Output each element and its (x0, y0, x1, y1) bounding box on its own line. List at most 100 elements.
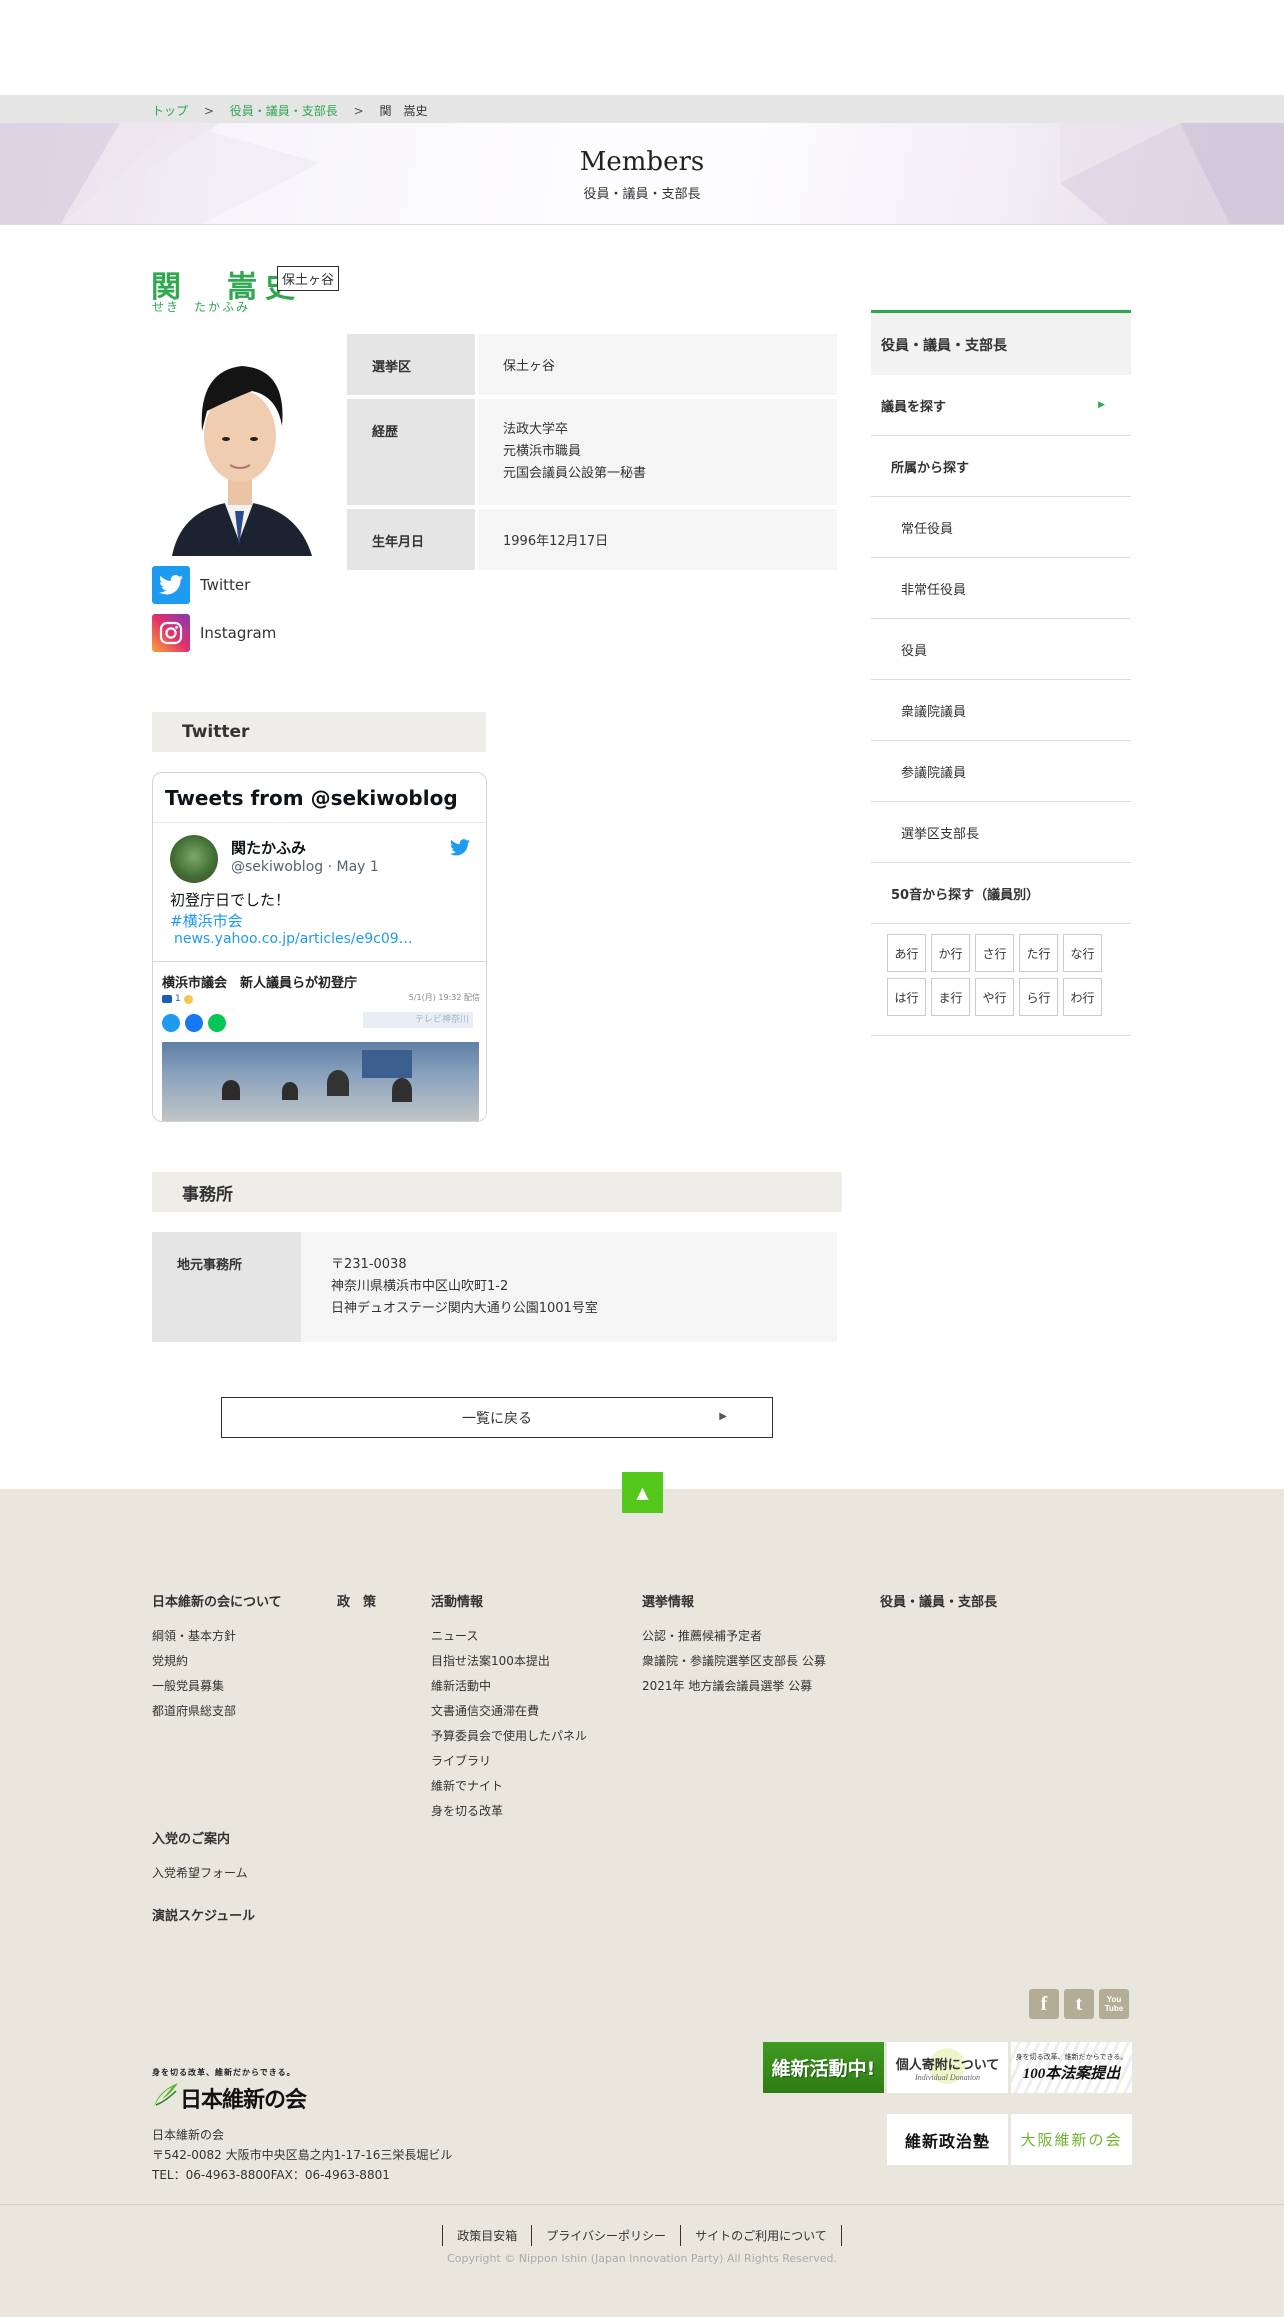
comment-icon (162, 995, 172, 1003)
footer-link-branch-recruit[interactable]: 衆議院・参議院選挙区支部長 公募 (642, 1652, 826, 1669)
sidebar-item-non-standing-officers[interactable]: 非常任役員 (871, 558, 1131, 619)
footer-link-100-bills[interactable]: 目指せ法案100本提出 (431, 1652, 550, 1669)
copyright: Copyright © Nippon Ishin (Japan Innovati… (447, 2252, 837, 2265)
twitter-link[interactable]: Twitter (152, 566, 250, 604)
footer-org-name: 日本維新の会 (152, 2128, 225, 2142)
kana-a-button[interactable]: あ行 (887, 934, 926, 972)
page-hero: Members 役員・議員・支部長 (0, 123, 1284, 225)
kana-ya-button[interactable]: や行 (975, 978, 1014, 1016)
footer: 日本維新の会について 綱領・基本方針 党規約 一般党員募集 都道府県総支部 政 … (0, 1489, 1284, 2317)
tweet-text: 初登庁日でした！ (170, 891, 291, 909)
facebook-icon[interactable]: f (1029, 1989, 1059, 2019)
kana-ta-button[interactable]: た行 (1019, 934, 1058, 972)
twitter-footer-icon[interactable]: t (1064, 1989, 1094, 2019)
footer-nav-terms[interactable]: サイトのご利用について (680, 2225, 842, 2246)
footer-link-allowance[interactable]: 文書通信交通滞在費 (431, 1702, 539, 1719)
footer-link-candidates[interactable]: 公認・推薦候補予定者 (642, 1627, 762, 1644)
footer-bottom: 政策目安箱 プライバシーポリシー サイトのご利用について Copyright ©… (0, 2204, 1284, 2317)
youtube-icon[interactable]: You Tube (1099, 1989, 1129, 2019)
ishin-logo[interactable]: 身を切る改革、維新だからできる。 日本維新の会 (152, 2067, 312, 2115)
political-school-banner[interactable]: 維新政治塾 (887, 2114, 1008, 2165)
twitter-icon (152, 566, 190, 604)
office-section-heading: 事務所 (152, 1172, 842, 1212)
footer-heading-speech[interactable]: 演説スケジュール (152, 1905, 255, 1924)
sidebar-by-affiliation: 所属から探す (871, 436, 1131, 497)
sidebar-item-standing-officers[interactable]: 常任役員 (871, 497, 1131, 558)
kana-ha-button[interactable]: は行 (887, 978, 926, 1016)
sidebar-by-kana: 50音から探す（議員別） (871, 863, 1131, 924)
kana-ra-button[interactable]: ら行 (1019, 978, 1058, 1016)
kana-wa-button[interactable]: わ行 (1063, 978, 1102, 1016)
sidebar-item-house-of-representatives[interactable]: 衆議院議員 (871, 680, 1131, 741)
kana-na-button[interactable]: な行 (1063, 934, 1102, 972)
page-top-button[interactable]: ▲ (622, 1472, 663, 1513)
footer-heading-policy[interactable]: 政 策 (337, 1591, 376, 1610)
breadcrumb-section-link[interactable]: 役員・議員・支部長 (230, 104, 338, 118)
share-line-icon[interactable] (208, 1014, 226, 1032)
embed-comments: 1 (162, 994, 193, 1004)
profile-row-birthday: 生年月日 1996年12月17日 (347, 509, 837, 570)
footer-heading-activities[interactable]: 活動情報 (431, 1591, 483, 1610)
breadcrumb: トップ > 役員・議員・支部長 > 関 嵩史 (0, 95, 1284, 123)
footer-link-branches[interactable]: 都道府県総支部 (152, 1702, 236, 1719)
share-facebook-icon[interactable] (185, 1014, 203, 1032)
embed-source: テレビ神奈川 (363, 1012, 473, 1028)
footer-tel: TEL：06-4963-8800FAX：06-4963-8801 (152, 2168, 390, 2182)
tweet-author-name[interactable]: 関たかふみ (231, 837, 306, 858)
footer-heading-elections[interactable]: 選挙情報 (642, 1591, 694, 1610)
footer-link-reform[interactable]: 身を切る改革 (431, 1802, 503, 1819)
donation-banner[interactable]: 個人寄附について Individual Donation (887, 2042, 1008, 2093)
footer-link-ishin-active[interactable]: 維新活動中 (431, 1677, 491, 1694)
sidebar-item-house-of-councillors[interactable]: 参議院議員 (871, 741, 1131, 802)
footer-heading-about[interactable]: 日本維新の会について (152, 1591, 282, 1610)
embed-share-icons (162, 1014, 226, 1032)
twitter-section-heading: Twitter (152, 712, 486, 752)
career-value: 法政大学卒 元横浜市職員 元国会議員公設第一秘書 (479, 399, 837, 505)
footer-nav-suggestion-box[interactable]: 政策目安箱 (442, 2225, 531, 2246)
footer-link-join-form[interactable]: 入党希望フォーム (152, 1864, 248, 1881)
tweet-embed-card[interactable]: 横浜市議会 新人議員らが初登庁 5/1(月) 19:32 配信 1 テレビ神奈川 (153, 961, 486, 1121)
instagram-link[interactable]: Instagram (152, 614, 276, 652)
footer-link-platform[interactable]: 綱領・基本方針 (152, 1627, 236, 1644)
kana-sa-button[interactable]: さ行 (975, 934, 1014, 972)
district-tag: 保土ヶ谷 (277, 266, 340, 291)
ishin-active-banner[interactable]: 維新活動中! (763, 2042, 884, 2093)
tweet-link[interactable]: news.yahoo.co.jp/articles/e9c09… (174, 931, 413, 947)
tweet-hashtag[interactable]: #横浜市会 (170, 910, 243, 931)
footer-address: 〒542-0082 大阪市中央区島之内1-17-16三栄長堀ビル (152, 2148, 453, 2162)
footer-link-news[interactable]: ニュース (431, 1627, 478, 1644)
footer-link-panels[interactable]: 予算委員会で使用したパネル (431, 1727, 587, 1744)
footer-nav: 政策目安箱 プライバシーポリシー サイトのご利用について (0, 2225, 1284, 2246)
twitter-timeline-widget[interactable]: Tweets from @sekiwoblog 関たかふみ @sekiwoblo… (152, 772, 487, 1122)
district-value: 保土ヶ谷 (479, 334, 837, 395)
sidebar: 役員・議員・支部長 議員を探す ▶ 所属から探す 常任役員 非常任役員 役員 衆… (871, 310, 1131, 1036)
kana-ka-button[interactable]: か行 (931, 934, 970, 972)
sidebar-title: 役員・議員・支部長 (871, 310, 1131, 375)
kana-ma-button[interactable]: ま行 (931, 978, 970, 1016)
footer-link-rules[interactable]: 党規約 (152, 1652, 188, 1669)
back-to-list-button[interactable]: 一覧に戻る ▶ (221, 1397, 773, 1438)
footer-link-local-recruit[interactable]: 2021年 地方議会議員選挙 公募 (642, 1677, 812, 1694)
sidebar-item-district-heads[interactable]: 選挙区支部長 (871, 802, 1131, 863)
profile-row-career: 経歴 法政大学卒 元横浜市職員 元国会議員公設第一秘書 (347, 399, 837, 505)
100-bills-banner[interactable]: 身を切る改革、維新だからできる。 100本法案提出 (1011, 2042, 1132, 2093)
share-twitter-icon[interactable] (162, 1014, 180, 1032)
avatar[interactable] (170, 835, 218, 883)
sidebar-arrow-icon: ▶ (1098, 400, 1105, 410)
osaka-ishin-banner[interactable]: 大阪維新の会 (1011, 2114, 1132, 2165)
page-subtitle: 役員・議員・支部長 (583, 187, 701, 202)
kana-grid: あ行 か行 さ行 た行 な行 は行 ま行 や行 ら行 わ行 (871, 924, 1131, 1036)
sidebar-item-officers[interactable]: 役員 (871, 619, 1131, 680)
footer-link-library[interactable]: ライブラリ (431, 1752, 491, 1769)
breadcrumb-home-link[interactable]: トップ (152, 104, 188, 118)
sidebar-search-members[interactable]: 議員を探す ▶ (871, 375, 1131, 436)
instagram-icon (152, 614, 190, 652)
twitter-bird-icon[interactable] (450, 839, 470, 856)
footer-heading-members[interactable]: 役員・議員・支部長 (880, 1591, 997, 1610)
footer-heading-join[interactable]: 入党のご案内 (152, 1828, 230, 1847)
arrow-up-icon: ▲ (636, 1483, 649, 1502)
footer-link-membership[interactable]: 一般党員募集 (152, 1677, 224, 1694)
footer-link-ishin-night[interactable]: 維新でナイト (431, 1777, 503, 1794)
profile-table: 選挙区 保土ヶ谷 経歴 法政大学卒 元横浜市職員 元国会議員公設第一秘書 生年月… (347, 334, 837, 574)
footer-nav-privacy[interactable]: プライバシーポリシー (531, 2225, 680, 2246)
